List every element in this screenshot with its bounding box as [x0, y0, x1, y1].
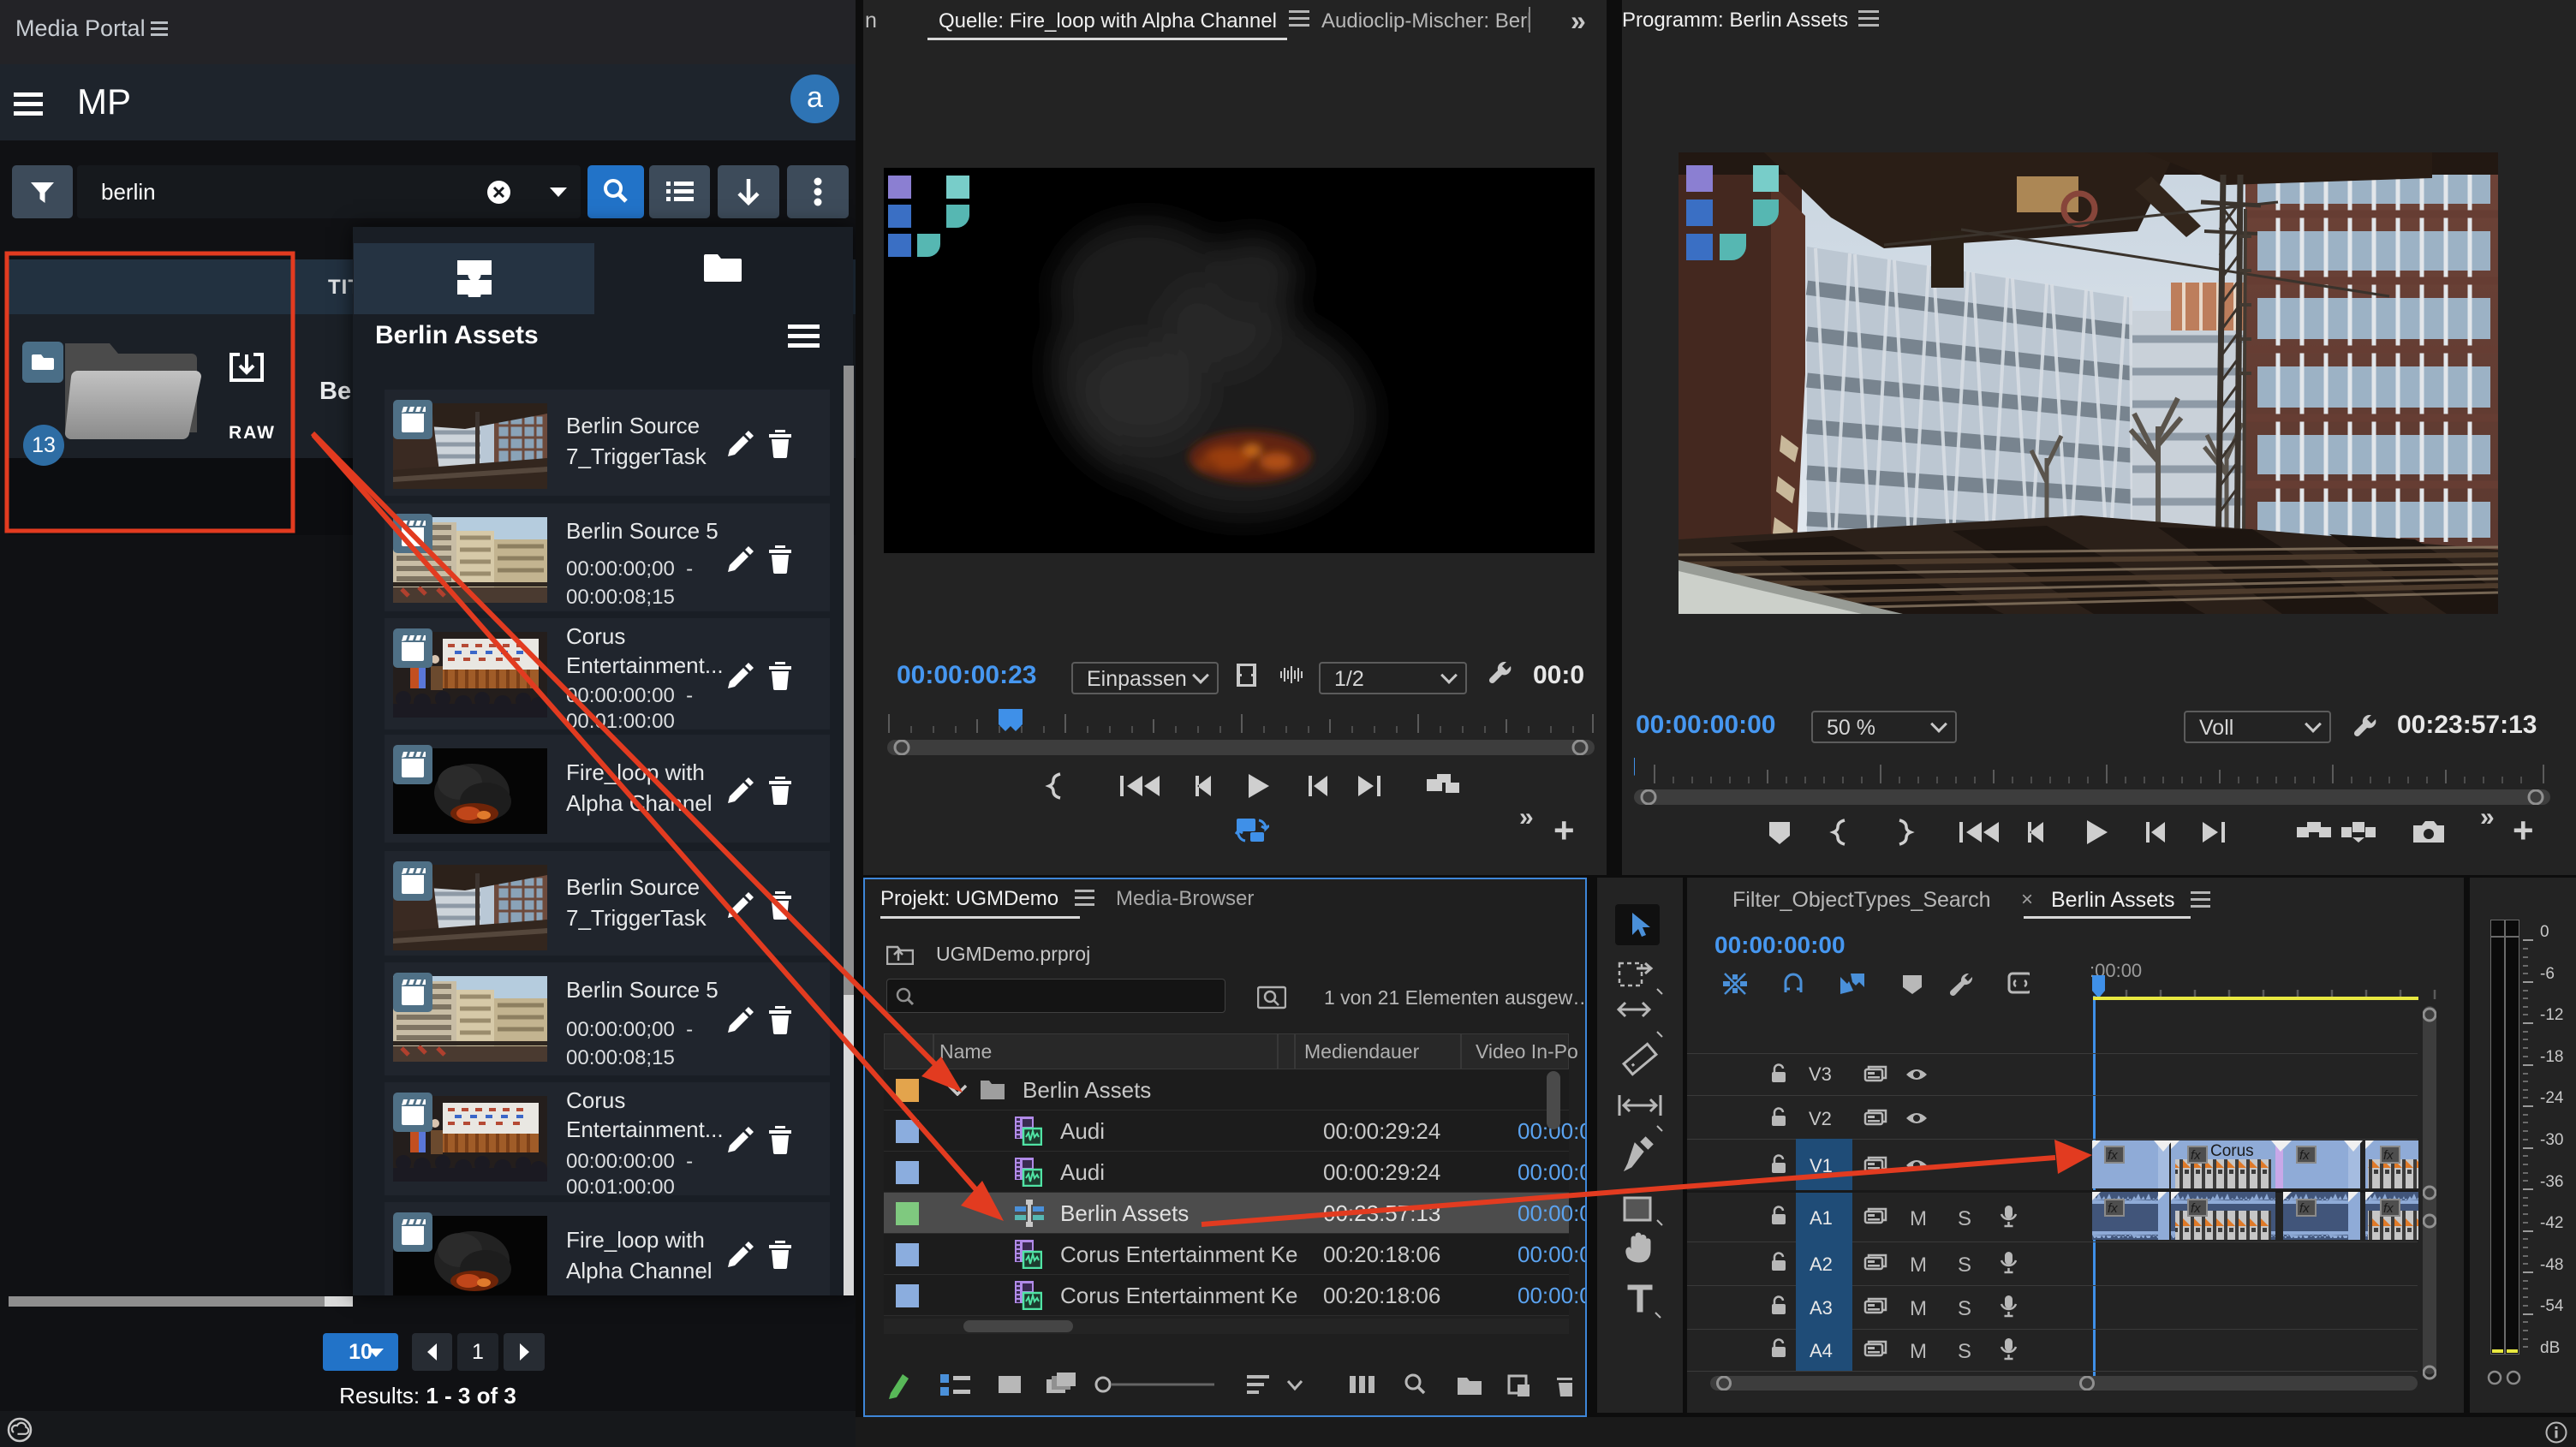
svg-text:V1: V1 [1810, 1155, 1833, 1176]
svg-text:A2: A2 [1810, 1253, 1833, 1275]
svg-text:S: S [1958, 1340, 1971, 1363]
svg-text:M: M [1910, 1253, 1927, 1277]
svg-text:A3: A3 [1810, 1297, 1833, 1319]
svg-text:M: M [1910, 1340, 1927, 1363]
svg-text:S: S [1958, 1253, 1971, 1277]
svg-text:A1: A1 [1810, 1207, 1833, 1229]
svg-text:S: S [1958, 1297, 1971, 1320]
svg-text:M: M [1910, 1207, 1927, 1230]
svg-text:S: S [1958, 1207, 1971, 1230]
svg-text:Corus: Corus [2210, 1142, 2254, 1160]
svg-text:A4: A4 [1810, 1340, 1833, 1361]
svg-text:M: M [1910, 1297, 1927, 1320]
svg-text:V2: V2 [1809, 1108, 1832, 1129]
svg-text:V3: V3 [1809, 1063, 1832, 1085]
